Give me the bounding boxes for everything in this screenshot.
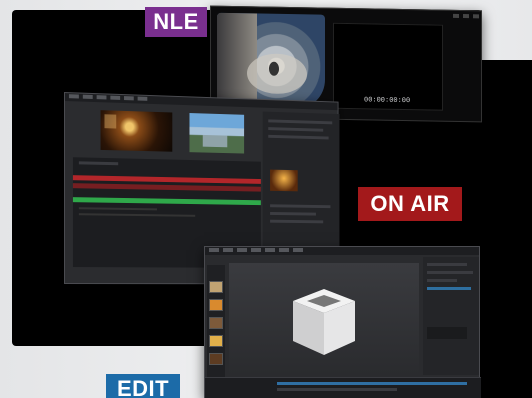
timecode-display: 00:00:00:00 [364,96,411,106]
nle-label: NLE [145,7,207,37]
properties-panel [423,257,479,375]
monitor-toolbar [339,12,479,20]
timeline-track-red [72,175,261,184]
edit-label: EDIT [106,374,180,398]
promo-collage: 00:00:00:00 NLE ON AIR EDIT [0,0,532,398]
preview-thumb [270,169,298,192]
program-monitor: 00:00:00:00 [333,22,443,111]
timeline-track-red-2 [72,183,261,192]
3d-viewer [229,263,419,375]
edit-timeline [205,377,481,398]
on-air-label: ON AIR [358,187,462,221]
source-monitor [100,110,173,152]
panorama-preview [217,12,325,110]
3d-box-icon [293,289,355,355]
timeline-track-green [72,197,261,206]
edit-window [204,246,481,398]
record-monitor [189,113,245,154]
edit-menu-bar [205,247,479,255]
